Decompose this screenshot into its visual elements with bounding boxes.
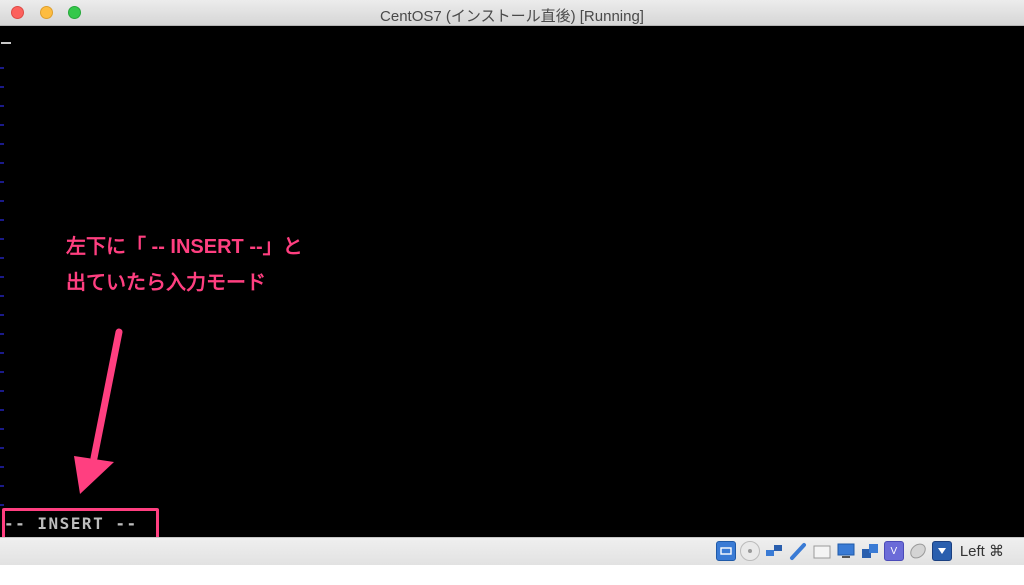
virtualbox-icon[interactable]: V (883, 541, 904, 561)
keyboard-capture-icon[interactable] (931, 541, 952, 561)
statusbar-icons: V Left ⌘ (712, 541, 1004, 561)
window-title: CentOS7 (インストール直後) [Running] (380, 8, 644, 25)
insert-highlight-box (2, 508, 159, 537)
vm-statusbar: V Left ⌘ (0, 537, 1024, 565)
display-icon[interactable] (836, 541, 856, 561)
shared-folders-icon[interactable] (812, 541, 832, 561)
mouse-integration-icon[interactable] (908, 541, 928, 561)
empty-line-markers (0, 50, 4, 520)
window-titlebar[interactable]: CentOS7 (インストール直後) [Running] (0, 0, 1024, 26)
host-key-label: Left ⌘ (959, 543, 1004, 560)
annotation-arrow-icon (74, 328, 123, 494)
text-cursor (1, 42, 11, 44)
network-icon[interactable] (764, 541, 784, 561)
hard-disk-icon[interactable] (715, 541, 736, 561)
usb-icon[interactable] (788, 541, 808, 561)
optical-drive-icon[interactable] (739, 541, 760, 561)
annotation-line-2: 出ていたら入力モード (66, 272, 266, 294)
vm-screen[interactable]: 左下に「 -- INSERT --」と 出ていたら入力モード -- INSERT… (0, 26, 1024, 537)
annotation-line-1: 左下に「 -- INSERT --」と (66, 236, 303, 258)
video-capture-icon[interactable] (860, 541, 880, 561)
